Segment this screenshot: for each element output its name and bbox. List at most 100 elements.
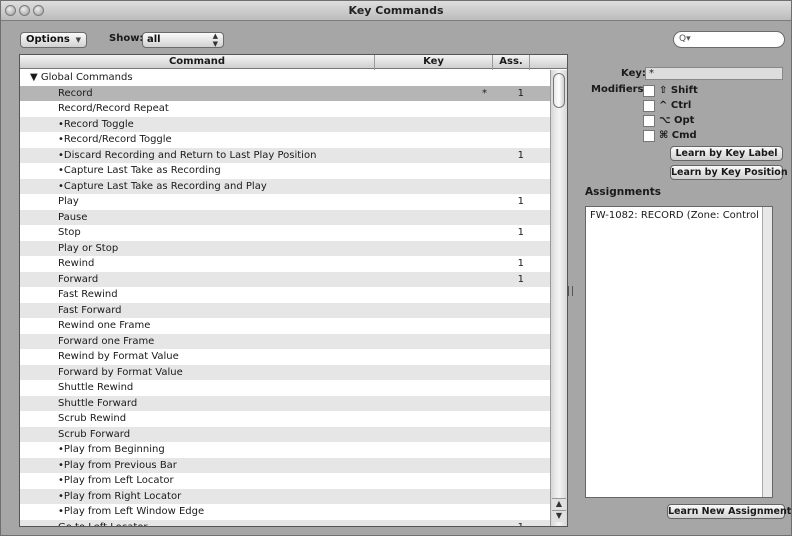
command-cell: Pause — [58, 211, 88, 223]
updown-arrows-icon: ▲ ▼ — [212, 32, 218, 48]
table-row[interactable]: Rewind one Frame — [20, 318, 550, 334]
modifier-cmd[interactable]: ⌘ Cmd — [643, 129, 697, 142]
scroll-down-arrow-icon[interactable]: ▼ — [552, 510, 566, 522]
scroll-up-arrow-icon[interactable]: ▲ — [552, 498, 566, 510]
table-row[interactable]: Forward 1 — [20, 271, 550, 287]
table-row[interactable]: Pause — [20, 209, 550, 225]
command-cell: Scrub Rewind — [58, 413, 127, 424]
command-cell: Forward — [58, 273, 99, 285]
command-cell: Rewind one Frame — [58, 320, 151, 331]
table-row[interactable]: •Record/Record Toggle — [20, 132, 550, 148]
command-cell: Rewind — [58, 258, 95, 269]
table-scrollbar[interactable]: ▲ ▼ — [550, 70, 567, 526]
assignments-cell: 1 — [517, 521, 524, 527]
table-rows: ▼ Global Commands Record * 1 Record/Record R… — [20, 70, 550, 527]
key-commands-window: Key Commands Options ▼ Show: all ▲ ▼ Q▾ C… — [0, 0, 792, 536]
opt-label: ⌥ Opt — [659, 115, 695, 126]
command-cell: Play or Stop — [58, 242, 119, 254]
command-cell: Go to Left Locator — [58, 521, 148, 527]
column-header-command[interactable]: Command — [20, 56, 374, 67]
modifier-ctrl[interactable]: ^ Ctrl — [643, 99, 691, 112]
learn-by-key-position-button[interactable]: Learn by Key Position — [670, 165, 788, 180]
window-title: Key Commands — [348, 4, 444, 17]
command-cell: Shuttle Forward — [58, 397, 138, 409]
table-row[interactable]: •Record Toggle — [20, 116, 550, 132]
table-row[interactable]: Forward by Format Value — [20, 364, 550, 380]
table-row[interactable]: •Discard Recording and Return to Last Pl… — [20, 147, 550, 163]
table-row[interactable]: Record/Record Repeat — [20, 101, 550, 117]
modifier-opt[interactable]: ⌥ Opt — [643, 114, 694, 127]
table-header: Command Key Ass. — [20, 55, 567, 69]
command-cell: •Play from Right Locator — [58, 490, 182, 502]
search-input[interactable]: Q▾ — [673, 31, 785, 48]
table-row[interactable]: Rewind 1 — [20, 256, 550, 272]
chevron-down-icon: ▼ — [75, 36, 81, 44]
table-row[interactable]: •Capture Last Take as Recording and Play — [20, 178, 550, 194]
table-row[interactable]: Go to Left Locator 1 — [20, 519, 550, 527]
table-row[interactable]: Stop 1 — [20, 225, 550, 241]
assignment-item[interactable]: FW-1082: RECORD (Zone: Control Su — [590, 210, 772, 221]
command-cell: •Discard Recording and Return to Last Pl… — [58, 149, 317, 161]
command-cell: •Play from Left Window Edge — [58, 506, 205, 517]
table-row[interactable]: •Play from Beginning — [20, 442, 550, 458]
table-row[interactable]: •Play from Previous Bar — [20, 457, 550, 473]
commands-table: Command Key Ass. ▼ Global Commands Record… — [19, 54, 568, 527]
table-row[interactable]: Play 1 — [20, 194, 550, 210]
command-cell: Rewind by Format Value — [58, 351, 179, 362]
table-row[interactable]: Play or Stop — [20, 240, 550, 256]
modifier-shift[interactable]: ⇧ Shift — [643, 84, 698, 97]
assignments-cell: 1 — [517, 196, 524, 207]
toolbar: Options ▼ Show: all ▲ ▼ Q▾ — [1, 22, 791, 52]
show-filter-select[interactable]: all ▲ ▼ — [142, 32, 224, 48]
learn-by-key-label-button[interactable]: Learn by Key Label — [670, 146, 783, 161]
command-cell: Record — [58, 87, 93, 99]
table-row[interactable]: •Play from Right Locator — [20, 488, 550, 504]
column-header-assignments[interactable]: Ass. — [493, 56, 529, 67]
key-label: Key: — [621, 68, 646, 79]
table-row[interactable]: Forward one Frame — [20, 333, 550, 349]
title-bar: Key Commands — [1, 1, 791, 21]
table-row[interactable]: Fast Forward — [20, 302, 550, 318]
table-row[interactable]: •Capture Last Take as Recording — [20, 163, 550, 179]
modifiers-label: Modifiers: — [591, 84, 648, 95]
pane-splitter-handle[interactable] — [568, 286, 573, 296]
command-cell: Forward by Format Value — [58, 366, 183, 378]
opt-checkbox[interactable] — [643, 114, 655, 127]
command-cell: •Capture Last Take as Recording — [58, 165, 221, 176]
table-row[interactable]: Scrub Forward — [20, 426, 550, 442]
command-cell: •Play from Previous Bar — [58, 459, 177, 471]
group-row[interactable]: ▼ Global Commands — [20, 70, 550, 86]
column-header-key[interactable]: Key — [375, 56, 492, 67]
cmd-label: ⌘ Cmd — [659, 130, 697, 141]
assignments-scrollbar[interactable] — [762, 207, 772, 497]
key-field[interactable]: * — [645, 67, 783, 80]
assignments-list: FW-1082: RECORD (Zone: Control Su — [585, 206, 773, 498]
table-row[interactable]: Scrub Rewind — [20, 411, 550, 427]
assignments-cell: 1 — [517, 149, 524, 161]
command-cell: •Play from Left Locator — [58, 475, 174, 486]
table-row[interactable]: •Play from Left Locator — [20, 473, 550, 489]
inspector-panel: Key: * Modifiers: ⇧ Shift ^ Ctrl ⌥ Opt ⌘… — [577, 54, 791, 527]
table-row[interactable]: Record * 1 — [20, 85, 550, 101]
shift-label: ⇧ Shift — [659, 85, 698, 96]
assignments-cell: 1 — [517, 258, 524, 269]
show-filter-value: all — [147, 34, 161, 45]
cmd-checkbox[interactable] — [643, 129, 655, 142]
command-cell: •Record Toggle — [58, 118, 134, 130]
scrollbar-thumb[interactable] — [553, 73, 565, 108]
command-cell: Fast Forward — [58, 304, 122, 316]
command-cell: Fast Rewind — [58, 289, 118, 300]
options-menu-button[interactable]: Options ▼ — [20, 32, 87, 48]
options-label: Options — [26, 34, 70, 45]
table-row[interactable]: Shuttle Rewind — [20, 380, 550, 396]
command-cell: •Capture Last Take as Recording and Play — [58, 180, 267, 192]
search-icon: Q▾ — [679, 34, 691, 44]
ctrl-checkbox[interactable] — [643, 99, 655, 112]
assignments-heading: Assignments — [585, 186, 662, 198]
table-row[interactable]: •Play from Left Window Edge — [20, 504, 550, 520]
table-row[interactable]: Fast Rewind — [20, 287, 550, 303]
table-row[interactable]: Shuttle Forward — [20, 395, 550, 411]
table-row[interactable]: Rewind by Format Value — [20, 349, 550, 365]
learn-new-assignment-button[interactable]: Learn New Assignment — [667, 504, 791, 519]
shift-checkbox[interactable] — [643, 84, 655, 97]
